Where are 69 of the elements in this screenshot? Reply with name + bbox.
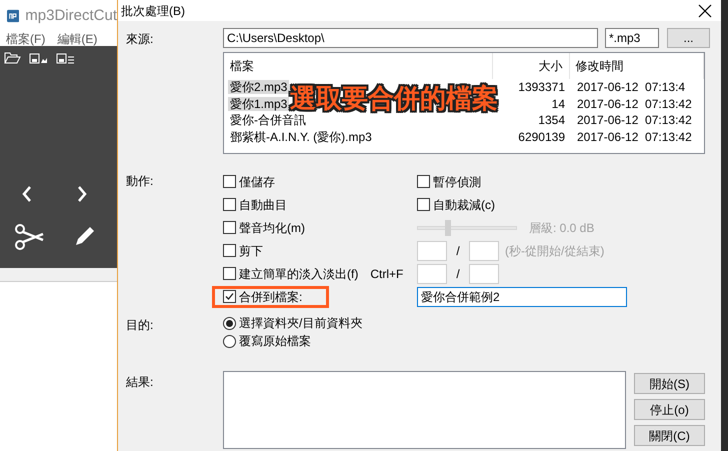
checkbox[interactable] xyxy=(417,198,430,211)
column-header[interactable]: 檔案 xyxy=(224,53,493,79)
field-label: 來源: xyxy=(126,31,154,48)
action-button[interactable]: 停止(o) xyxy=(634,399,705,420)
app-logo-icon xyxy=(7,7,20,25)
checkbox[interactable] xyxy=(417,175,430,188)
file-name[interactable]: 愛你1.mp3 xyxy=(228,96,290,111)
checkbox-option[interactable]: 建立簡單的淡入淡出(f) xyxy=(223,264,358,282)
field-label: 動作: xyxy=(126,173,154,190)
file-date: 2017-06-12 07:13:4 xyxy=(577,80,686,94)
filename-field[interactable]: 愛你合併範例2 xyxy=(417,286,627,306)
column-header[interactable]: 修改時間 xyxy=(570,53,704,79)
file-date: 2017-06-12 07:13:42 xyxy=(577,130,692,144)
checkbox[interactable] xyxy=(223,244,236,257)
radio-button[interactable] xyxy=(223,334,236,348)
previous-icon[interactable] xyxy=(21,186,34,202)
checkbox[interactable] xyxy=(223,290,236,303)
file-date: 2017-06-12 07:13:42 xyxy=(577,113,692,128)
next-icon[interactable] xyxy=(76,186,88,202)
separator-text: / xyxy=(455,266,461,282)
shortcut-text: Ctrl+F xyxy=(370,266,404,282)
hint-text: (秒-從開始/從結束) xyxy=(505,242,604,260)
path-field[interactable]: C:\Users\Desktop\ xyxy=(223,28,598,48)
file-size: 14 xyxy=(552,96,565,113)
save-list-icon[interactable] xyxy=(56,52,75,64)
radio-option[interactable]: 覆寫原始檔案 xyxy=(223,332,311,350)
separator-text: / xyxy=(455,242,461,260)
level-reading: 層級: 0.0 dB xyxy=(529,220,594,236)
radio-button[interactable] xyxy=(223,316,236,330)
checkbox-option[interactable]: 僅儲存 xyxy=(223,172,275,190)
filter-field[interactable]: *.mp3 xyxy=(605,28,659,48)
cut-start-field[interactable] xyxy=(417,240,447,260)
checkbox-option[interactable]: 自動裁減(c) xyxy=(417,196,495,214)
annotation-text: 選取要合併的檔案 xyxy=(290,83,498,113)
field-label: 結果: xyxy=(126,374,154,391)
menu-item[interactable]: 檔案(F) xyxy=(6,30,46,48)
fade-out-field[interactable] xyxy=(469,264,499,284)
close-icon[interactable] xyxy=(698,4,712,18)
action-button[interactable]: 開始(S) xyxy=(634,373,705,394)
action-button[interactable]: 關閉(C) xyxy=(634,425,705,446)
slider-track[interactable] xyxy=(417,220,517,236)
file-size: 1354 xyxy=(538,112,565,130)
dialog-title: 批次處理(B) xyxy=(121,2,185,20)
checkbox-option[interactable]: 聲音均化(m) xyxy=(223,218,305,236)
radio-option[interactable]: 選擇資料夾/目前資料夾 xyxy=(223,314,362,332)
file-size: 6290139 xyxy=(518,128,565,146)
field-label: 目的: xyxy=(126,317,154,334)
checkbox[interactable] xyxy=(223,267,236,280)
checkbox[interactable] xyxy=(223,221,236,234)
cut-end-field[interactable] xyxy=(469,240,499,260)
checkbox[interactable] xyxy=(223,198,236,211)
checkbox-option[interactable]: 自動曲目 xyxy=(223,196,287,214)
save-icon[interactable] xyxy=(29,52,48,64)
open-folder-icon[interactable] xyxy=(4,52,21,64)
menu-item[interactable]: 編輯(E) xyxy=(57,30,98,48)
checkbox[interactable] xyxy=(223,175,236,188)
checkbox-option[interactable]: 合併到檔案: xyxy=(215,288,326,304)
scissors-icon[interactable] xyxy=(14,224,44,250)
file-size: 1393371 xyxy=(518,79,565,96)
file-name[interactable]: 愛你-合併音訊 xyxy=(228,113,308,128)
checkbox-option[interactable]: 剪下 xyxy=(223,242,263,260)
fade-in-field[interactable] xyxy=(417,264,447,284)
file-name[interactable]: 鄧紫棋-A.I.N.Y. (愛你).mp3 xyxy=(228,130,374,144)
checkbox-option[interactable]: 暫停偵測 xyxy=(417,172,481,190)
app-title: mp3DirectCut xyxy=(25,6,117,26)
file-date: 2017-06-12 07:13:42 xyxy=(577,96,692,111)
browse-button[interactable]: ... xyxy=(667,28,710,48)
file-name[interactable]: 愛你2.mp3 xyxy=(228,80,290,94)
column-header[interactable]: 大小 xyxy=(492,53,570,79)
